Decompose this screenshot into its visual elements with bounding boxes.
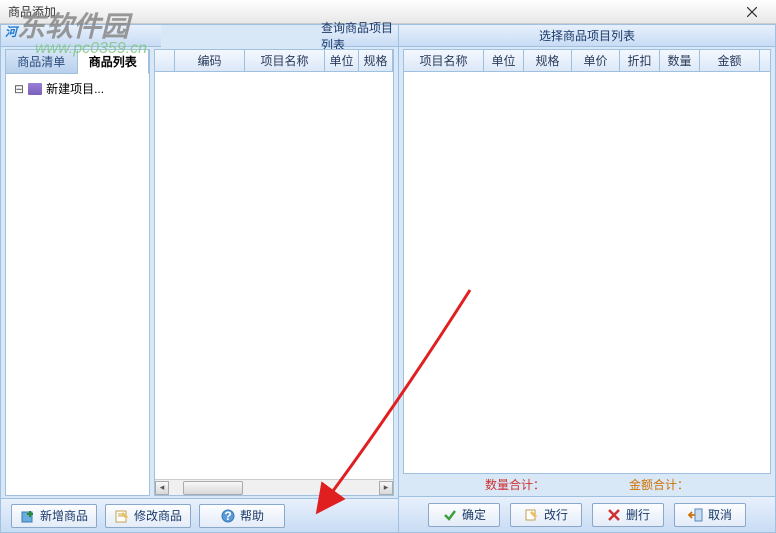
tree-root-item[interactable]: ⊟ 新建项目... — [10, 78, 145, 99]
add-product-label: 新增商品 — [40, 507, 88, 524]
edit-icon — [114, 508, 130, 524]
delete-row-label: 删行 — [626, 506, 650, 523]
query-grid-hscroll[interactable]: ◂ ▸ — [155, 479, 393, 495]
sel-col-unit[interactable]: 单位 — [484, 50, 524, 71]
sel-col-qty[interactable]: 数量 — [660, 50, 700, 71]
tree-body[interactable]: ⊟ 新建项目... — [6, 74, 149, 495]
query-grid-body[interactable] — [155, 72, 393, 479]
add-product-button[interactable]: 新增商品 — [11, 504, 97, 528]
help-button[interactable]: ? 帮助 — [199, 504, 285, 528]
tab-product-list[interactable]: 商品清单 — [6, 50, 78, 73]
add-icon — [20, 508, 36, 524]
select-grid[interactable]: 项目名称 单位 规格 单价 折扣 数量 金额 — [403, 49, 771, 474]
edit-product-label: 修改商品 — [134, 507, 182, 524]
summary-row: 数量合计： 金额合计： — [403, 474, 771, 494]
svg-text:?: ? — [224, 509, 231, 523]
scroll-thumb[interactable] — [183, 481, 243, 495]
modify-row-button[interactable]: 改行 — [510, 503, 582, 527]
left-button-bar: 新增商品 修改商品 ? 帮助 — [1, 498, 398, 532]
query-grid-wrap: 编码 项目名称 单位 规格 ◂ ▸ — [154, 49, 394, 496]
pencil-icon — [524, 507, 540, 523]
delete-row-button[interactable]: 删行 — [592, 503, 664, 527]
scroll-right-arrow[interactable]: ▸ — [379, 481, 393, 495]
select-grid-wrap: 项目名称 单位 规格 单价 折扣 数量 金额 数量合计： 金额合计： — [403, 49, 771, 494]
sel-col-discount[interactable]: 折扣 — [620, 50, 660, 71]
modify-row-label: 改行 — [544, 506, 568, 523]
right-panel: 选择商品项目列表 项目名称 单位 规格 单价 折扣 数量 金额 数量合计： 金额… — [399, 25, 775, 532]
sel-col-name[interactable]: 项目名称 — [404, 50, 484, 71]
edit-product-button[interactable]: 修改商品 — [105, 504, 191, 528]
left-panel: 查询商品项目列表 商品清单 商品列表 ⊟ 新建项目... — [1, 25, 399, 532]
right-panel-header: 选择商品项目列表 — [399, 25, 775, 47]
query-grid-header: 编码 项目名称 单位 规格 — [155, 50, 393, 72]
ok-button[interactable]: 确定 — [428, 503, 500, 527]
select-grid-body[interactable] — [404, 72, 770, 473]
ok-label: 确定 — [462, 506, 486, 523]
query-col-spec[interactable]: 规格 — [359, 50, 393, 71]
delete-icon — [606, 507, 622, 523]
tab-product-items[interactable]: 商品列表 — [78, 50, 150, 74]
query-grid[interactable]: 编码 项目名称 单位 规格 ◂ ▸ — [154, 49, 394, 496]
tree-root-label: 新建项目... — [46, 80, 104, 97]
window-title: 商品添加 — [8, 3, 56, 20]
query-col-blank[interactable] — [155, 50, 175, 71]
folder-icon — [28, 83, 42, 95]
sel-col-price[interactable]: 单价 — [572, 50, 620, 71]
select-grid-header: 项目名称 单位 规格 单价 折扣 数量 金额 — [404, 50, 770, 72]
check-icon — [442, 507, 458, 523]
cancel-label: 取消 — [708, 506, 732, 523]
cancel-button[interactable]: 取消 — [674, 503, 746, 527]
right-button-bar: 确定 改行 删行 取消 — [399, 496, 775, 532]
content-area: 查询商品项目列表 商品清单 商品列表 ⊟ 新建项目... — [0, 24, 776, 533]
help-label: 帮助 — [240, 507, 264, 524]
query-col-unit[interactable]: 单位 — [325, 50, 359, 71]
tree-tabs: 商品清单 商品列表 — [6, 50, 149, 74]
tree-panel: 商品清单 商品列表 ⊟ 新建项目... — [5, 49, 150, 496]
query-col-code[interactable]: 编码 — [175, 50, 245, 71]
left-panel-header: 查询商品项目列表 — [321, 25, 398, 47]
close-button[interactable] — [732, 2, 772, 22]
query-col-name[interactable]: 项目名称 — [245, 50, 325, 71]
help-icon: ? — [220, 508, 236, 524]
qty-total-label: 数量合计： — [485, 476, 545, 493]
exit-icon — [688, 507, 704, 523]
scroll-left-arrow[interactable]: ◂ — [155, 481, 169, 495]
amount-total-label: 金额合计： — [629, 476, 689, 493]
sel-col-amount[interactable]: 金额 — [700, 50, 760, 71]
sel-col-spec[interactable]: 规格 — [524, 50, 572, 71]
